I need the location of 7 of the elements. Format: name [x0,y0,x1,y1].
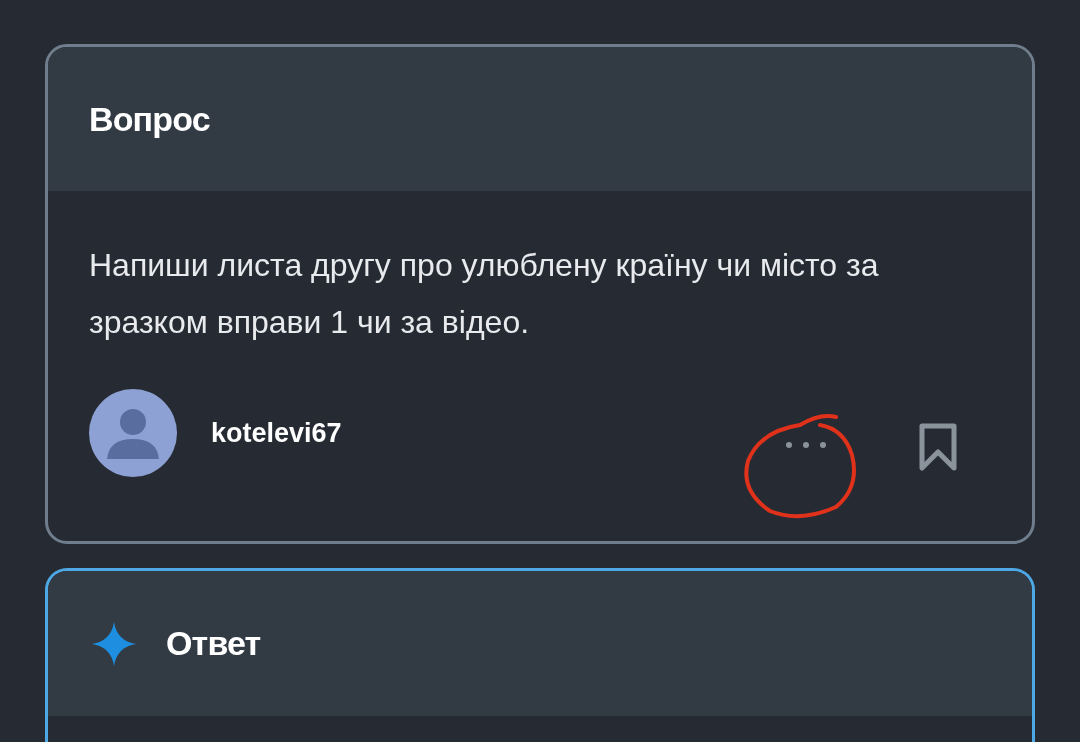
card-title: Ответ [166,623,261,664]
bookmark-icon[interactable] [918,422,958,472]
author-name[interactable]: kotelevi67 [211,412,342,454]
question-text: Напиши листа другу про улюблену країну чи місто за зразком вправи 1 чи за відео. [88,246,880,342]
avatar-icon[interactable] [89,389,177,477]
card-title: Вопрос [89,98,210,140]
more-icon[interactable] [783,440,829,450]
